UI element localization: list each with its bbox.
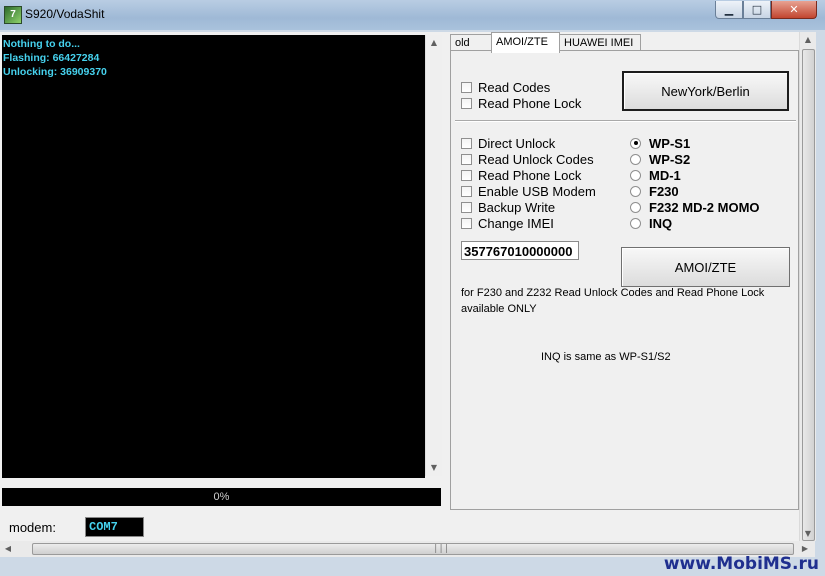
checkbox-box[interactable] <box>461 169 472 181</box>
model-radio-md-1[interactable]: MD-1 <box>630 167 681 183</box>
checkbox-box[interactable] <box>461 137 472 149</box>
model-radio-inq[interactable]: INQ <box>630 215 672 231</box>
radio-label: INQ <box>649 215 673 231</box>
close-button[interactable]: ✕ <box>771 1 817 19</box>
radio-button[interactable] <box>630 137 641 149</box>
app-icon[interactable]: 7 <box>4 6 22 24</box>
checkbox-box[interactable] <box>461 97 472 109</box>
grip-icon: ||| <box>433 544 450 554</box>
note-line: available ONLY <box>461 303 537 315</box>
inq-note: INQ is same as WP-S1/S2 <box>541 351 671 363</box>
checkbox-label: Backup Write <box>478 199 556 215</box>
scroll-up-arrow-icon[interactable]: ▲ <box>426 35 442 51</box>
scroll-down-arrow-icon[interactable]: ▼ <box>800 526 816 542</box>
checkbox-box[interactable] <box>461 153 472 165</box>
scroll-down-arrow-icon[interactable]: ▼ <box>426 460 442 476</box>
change-imei-checkbox[interactable]: Change IMEI <box>461 215 554 231</box>
radio-button[interactable] <box>630 185 641 197</box>
direct-unlock-checkbox[interactable]: Direct Unlock <box>461 135 555 151</box>
tab-label: AMOI/ZTE <box>496 36 548 48</box>
read-phone-lock-checkbox[interactable]: Read Phone Lock <box>461 95 581 111</box>
checkbox-box[interactable] <box>461 201 472 213</box>
checkbox-label: Read Phone Lock <box>478 167 582 183</box>
modem-port-field[interactable]: COM7 <box>85 517 144 537</box>
radio-button[interactable] <box>630 201 641 213</box>
progress-bar: 0% <box>2 488 441 506</box>
checkbox-label: Enable USB Modem <box>478 183 596 199</box>
amoi-zte-button[interactable]: AMOI/ZTE <box>621 247 790 287</box>
checkbox-box[interactable] <box>461 185 472 197</box>
watermark: www.MobiMS.ru <box>663 554 819 574</box>
maximize-button[interactable]: □ <box>743 1 771 19</box>
checkbox-label: Read Unlock Codes <box>478 151 594 167</box>
checkbox-label: Read Codes <box>478 79 551 95</box>
client-area: Nothing to do... Flashing: 66427284 Unlo… <box>0 32 816 557</box>
scroll-left-arrow-icon[interactable]: ◀ <box>0 541 16 557</box>
model-radio-wp-s1[interactable]: WP-S1 <box>630 135 690 151</box>
newyork-berlin-button[interactable]: NewYork/Berlin <box>622 71 789 111</box>
radio-button[interactable] <box>630 217 641 229</box>
radio-label: WP-S2 <box>649 151 691 167</box>
window-vertical-scrollbar[interactable]: ▲ ▼ <box>799 32 816 541</box>
checkbox-label: Read Phone Lock <box>478 95 582 111</box>
title-bar: 7 S920/VodaShit ▁ □ ✕ <box>0 0 825 30</box>
progress-label: 0% <box>213 491 230 503</box>
divider <box>455 120 796 122</box>
radio-label: WP-S1 <box>649 135 691 151</box>
checkbox-label: Change IMEI <box>478 215 554 231</box>
tab-label: old <box>455 37 470 49</box>
checkbox-box[interactable] <box>461 81 472 93</box>
model-radio-f230[interactable]: F230 <box>630 183 679 199</box>
radio-label: F230 <box>649 183 679 199</box>
log-output[interactable]: Nothing to do... Flashing: 66427284 Unlo… <box>2 35 425 478</box>
tab-panel-amoi-zte: Read Codes Read Phone Lock NewYork/Berli… <box>450 50 799 510</box>
minimize-button[interactable]: ▁ <box>715 1 743 19</box>
modem-label: modem: <box>9 520 56 535</box>
window-controls: ▁ □ ✕ <box>715 1 817 19</box>
log-scrollbar[interactable]: ▲ ▼ <box>425 35 442 476</box>
window-title: S920/VodaShit <box>25 7 105 21</box>
read-unlock-codes-checkbox[interactable]: Read Unlock Codes <box>461 151 594 167</box>
radio-label: MD-1 <box>649 167 681 183</box>
radio-label: F232 MD-2 MOMO <box>649 199 760 215</box>
read-phone-lock-option-checkbox[interactable]: Read Phone Lock <box>461 167 581 183</box>
scroll-thumb[interactable] <box>802 49 815 541</box>
log-line: Flashing: 66427284 <box>3 52 100 64</box>
read-codes-checkbox[interactable]: Read Codes <box>461 79 550 95</box>
backup-write-checkbox[interactable]: Backup Write <box>461 199 555 215</box>
checkbox-box[interactable] <box>461 217 472 229</box>
note-text: for F230 and Z232 Read Unlock Codes and … <box>461 285 791 317</box>
checkbox-label: Direct Unlock <box>478 135 556 151</box>
log-line: Unlocking: 36909370 <box>3 66 107 78</box>
model-radio-wp-s2[interactable]: WP-S2 <box>630 151 690 167</box>
tab-amoi-zte[interactable]: AMOI/ZTE <box>491 32 560 53</box>
radio-button[interactable] <box>630 153 641 165</box>
radio-button[interactable] <box>630 169 641 181</box>
model-radio-f232-md2-momo[interactable]: F232 MD-2 MOMO <box>630 199 760 215</box>
tab-label: HUAWEI IMEI <box>564 37 634 49</box>
log-line: Nothing to do... <box>3 38 80 50</box>
imei-input[interactable]: 357767010000000 <box>461 241 579 260</box>
scroll-up-arrow-icon[interactable]: ▲ <box>800 32 816 48</box>
note-line: for F230 and Z232 Read Unlock Codes and … <box>461 287 765 299</box>
enable-usb-modem-checkbox[interactable]: Enable USB Modem <box>461 183 596 199</box>
